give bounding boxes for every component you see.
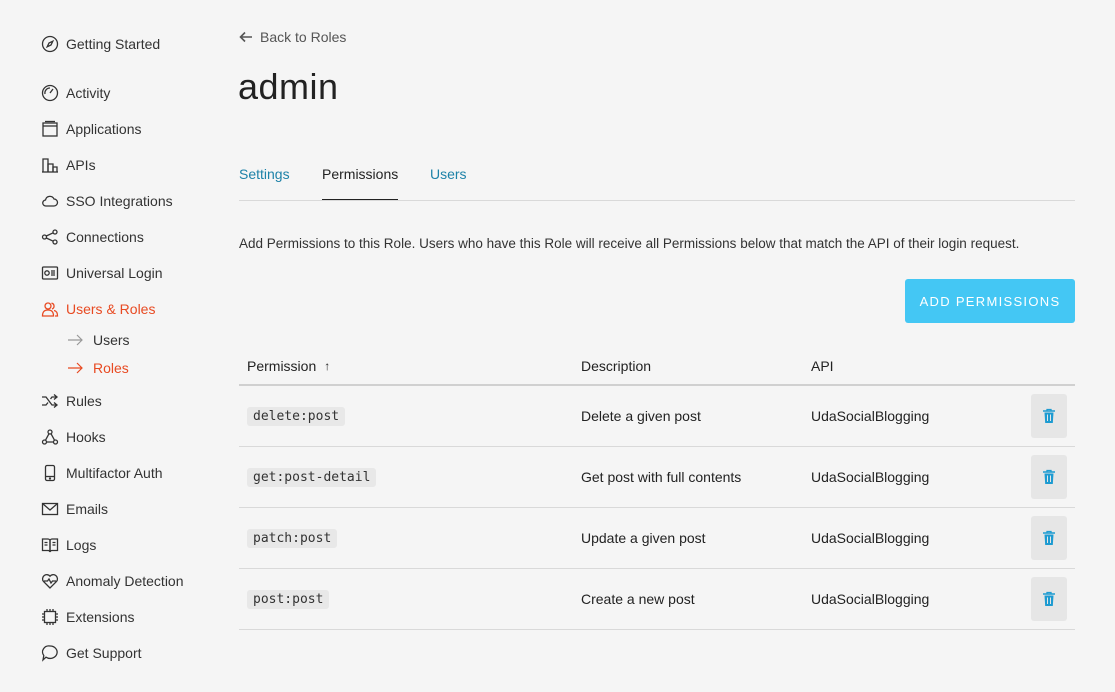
- sidebar-item-rules[interactable]: Rules: [40, 389, 102, 413]
- sidebar-item-label: Universal Login: [66, 265, 163, 281]
- sidebar-item-applications[interactable]: Applications: [40, 117, 142, 141]
- compass-icon: [40, 34, 60, 54]
- sidebar-item-label: Connections: [66, 229, 144, 245]
- sidebar-item-anomaly-detection[interactable]: Anomaly Detection: [40, 569, 184, 593]
- permission-name: post:post: [247, 590, 330, 609]
- trash-icon: [1043, 530, 1055, 545]
- sidebar-subitem-label: Users: [93, 332, 130, 348]
- book-icon: [40, 535, 60, 555]
- table-row: get:post-detail Get post with full conte…: [239, 447, 1075, 508]
- sidebar-item-activity[interactable]: Activity: [40, 81, 110, 105]
- building-icon: [40, 155, 60, 175]
- back-link-label: Back to Roles: [260, 29, 347, 45]
- permission-description: Get post with full contents: [581, 469, 742, 485]
- permission-api: UdaSocialBlogging: [811, 530, 930, 546]
- gauge-icon: [40, 83, 60, 103]
- sidebar-item-label: Getting Started: [66, 36, 161, 52]
- sidebar-item-label: Emails: [66, 501, 109, 517]
- table-row: delete:post Delete a given post UdaSocia…: [239, 386, 1075, 447]
- arrow-right-icon: [67, 334, 85, 346]
- window-icon: [40, 119, 60, 139]
- sidebar-item-label: Applications: [66, 121, 142, 137]
- mail-icon: [40, 499, 60, 519]
- column-header-api: API: [811, 358, 834, 374]
- sidebar-item-extensions[interactable]: Extensions: [40, 605, 134, 629]
- sidebar-subitem-label: Roles: [93, 360, 129, 376]
- phone-icon: [40, 463, 60, 483]
- permission-description: Create a new post: [581, 591, 695, 607]
- sidebar-item-label: Activity: [66, 85, 111, 101]
- share-icon: [40, 227, 60, 247]
- add-permissions-button[interactable]: ADD PERMISSIONS: [905, 279, 1075, 323]
- column-header-permission[interactable]: Permission ↑: [247, 358, 330, 374]
- sidebar: Getting Started Activity Applications AP…: [0, 0, 215, 692]
- arrow-left-icon: [239, 31, 252, 43]
- tab-users[interactable]: Users: [430, 166, 467, 200]
- permission-name: get:post-detail: [247, 468, 377, 487]
- table-header: Permission ↑ Description API: [239, 348, 1075, 386]
- delete-permission-button[interactable]: [1031, 516, 1067, 560]
- shuffle-icon: [40, 391, 60, 411]
- table-row: post:post Create a new post UdaSocialBlo…: [239, 569, 1075, 630]
- sort-ascending-icon: ↑: [324, 359, 331, 373]
- sidebar-item-connections[interactable]: Connections: [40, 225, 144, 249]
- sidebar-item-hooks[interactable]: Hooks: [40, 425, 106, 449]
- delete-permission-button[interactable]: [1031, 394, 1067, 438]
- permission-api: UdaSocialBlogging: [811, 469, 930, 485]
- hooks-icon: [40, 427, 60, 447]
- permission-description: Update a given post: [581, 530, 706, 546]
- chat-icon: [40, 643, 60, 663]
- sidebar-item-sso-integrations[interactable]: SSO Integrations: [40, 189, 173, 213]
- permission-api: UdaSocialBlogging: [811, 408, 930, 424]
- trash-icon: [1043, 469, 1055, 484]
- sidebar-item-get-support[interactable]: Get Support: [40, 641, 142, 665]
- sidebar-item-universal-login[interactable]: Universal Login: [40, 261, 163, 285]
- sidebar-item-label: Get Support: [66, 645, 142, 661]
- delete-permission-button[interactable]: [1031, 577, 1067, 621]
- table-row: patch:post Update a given post UdaSocial…: [239, 508, 1075, 569]
- column-header-description: Description: [581, 358, 652, 374]
- arrow-right-icon: [67, 362, 85, 374]
- sidebar-item-users-roles[interactable]: Users & Roles: [40, 297, 155, 321]
- cloud-icon: [40, 191, 60, 211]
- permission-name: patch:post: [247, 529, 338, 548]
- sidebar-item-multifactor-auth[interactable]: Multifactor Auth: [40, 461, 163, 485]
- permission-name: delete:post: [247, 407, 346, 426]
- permissions-table: Permission ↑ Description API delete:post…: [239, 348, 1075, 630]
- tab-permissions[interactable]: Permissions: [322, 166, 399, 200]
- sidebar-item-label: APIs: [66, 157, 96, 173]
- delete-permission-button[interactable]: [1031, 455, 1067, 499]
- sidebar-item-getting-started[interactable]: Getting Started: [40, 32, 160, 56]
- trash-icon: [1043, 591, 1055, 606]
- permissions-description: Add Permissions to this Role. Users who …: [239, 236, 1020, 251]
- sidebar-subitem-roles[interactable]: Roles: [67, 357, 129, 379]
- tab-settings[interactable]: Settings: [239, 166, 290, 200]
- login-icon: [40, 263, 60, 283]
- tab-bar: Settings Permissions Users: [239, 160, 1075, 201]
- sidebar-item-label: Rules: [66, 393, 102, 409]
- sidebar-item-label: Users & Roles: [66, 301, 156, 317]
- heart-pulse-icon: [40, 571, 60, 591]
- sidebar-subitem-users[interactable]: Users: [67, 329, 130, 351]
- chip-icon: [40, 607, 60, 627]
- sidebar-item-label: Multifactor Auth: [66, 465, 163, 481]
- back-to-roles-link[interactable]: Back to Roles: [239, 28, 346, 46]
- permission-api: UdaSocialBlogging: [811, 591, 930, 607]
- sidebar-item-logs[interactable]: Logs: [40, 533, 96, 557]
- page-title: admin: [238, 66, 339, 107]
- sidebar-item-label: Extensions: [66, 609, 135, 625]
- sidebar-item-label: Anomaly Detection: [66, 573, 184, 589]
- sidebar-item-label: Hooks: [66, 429, 106, 445]
- permission-description: Delete a given post: [581, 408, 701, 424]
- sidebar-item-label: Logs: [66, 537, 97, 553]
- sidebar-item-emails[interactable]: Emails: [40, 497, 108, 521]
- sidebar-item-apis[interactable]: APIs: [40, 153, 96, 177]
- trash-icon: [1043, 408, 1055, 423]
- sidebar-item-label: SSO Integrations: [66, 193, 173, 209]
- users-icon: [40, 299, 60, 319]
